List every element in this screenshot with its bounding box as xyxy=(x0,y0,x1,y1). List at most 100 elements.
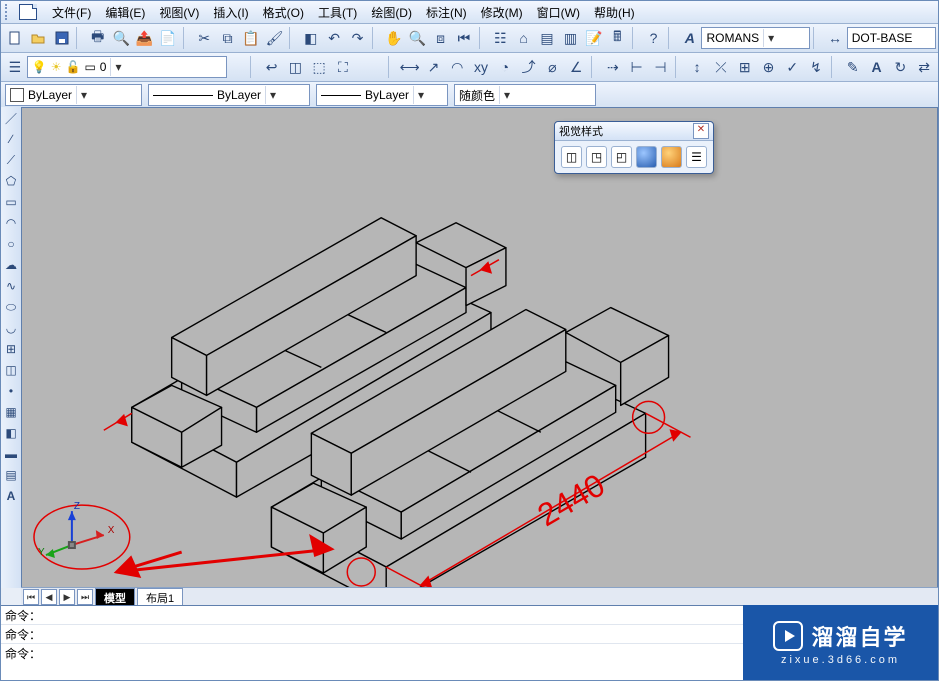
table-icon[interactable]: ▤ xyxy=(2,466,20,484)
new-icon[interactable] xyxy=(3,26,26,50)
menu-format[interactable]: 格式(O) xyxy=(256,2,311,23)
menu-help[interactable]: 帮助(H) xyxy=(587,2,642,23)
point-icon[interactable]: • xyxy=(2,382,20,400)
dim-arc-icon[interactable]: ◠ xyxy=(445,55,469,79)
dim-ordinate-icon[interactable]: xy xyxy=(469,55,493,79)
help-icon[interactable]: ? xyxy=(642,26,665,50)
tolerance-icon[interactable]: ⊞ xyxy=(733,55,757,79)
close-icon[interactable]: ✕ xyxy=(693,123,709,139)
layer-iso-icon[interactable]: ⬚ xyxy=(307,55,331,79)
zoom-window-icon[interactable]: ⧈ xyxy=(429,26,452,50)
vs-manage-icon[interactable]: ☰ xyxy=(686,146,707,168)
text-style-combo[interactable]: ROMANS ▾ xyxy=(701,27,810,49)
menu-modify[interactable]: 修改(M) xyxy=(474,2,530,23)
menu-insert[interactable]: 插入(I) xyxy=(206,2,255,23)
tab-next-icon[interactable]: ▶ xyxy=(59,589,75,605)
chevron-down-icon[interactable]: ▾ xyxy=(76,86,91,104)
menu-draw[interactable]: 绘图(D) xyxy=(364,2,419,23)
dimstyle-icon[interactable]: ↔ xyxy=(823,26,846,50)
layer-prev-icon[interactable]: ↩ xyxy=(260,55,284,79)
vs-hidden-icon[interactable]: ◰ xyxy=(611,146,632,168)
markup-icon[interactable]: 📝 xyxy=(582,26,605,50)
revcloud-icon[interactable]: ☁ xyxy=(2,256,20,274)
lineweight-combo[interactable]: ByLayer ▾ xyxy=(316,84,448,106)
layer-tools-icon[interactable]: ⛶ xyxy=(331,55,355,79)
block-editor-icon[interactable]: ◧ xyxy=(299,26,322,50)
dim-diameter-icon[interactable]: ⌀ xyxy=(540,55,564,79)
redo-icon[interactable]: ↷ xyxy=(346,26,369,50)
chevron-down-icon[interactable]: ▾ xyxy=(763,29,778,47)
zoom-prev-icon[interactable]: ⏮ xyxy=(452,26,475,50)
spline-icon[interactable]: ∿ xyxy=(2,277,20,295)
chevron-down-icon[interactable]: ▾ xyxy=(110,58,125,76)
linetype-combo[interactable]: ByLayer ▾ xyxy=(148,84,310,106)
dim-aligned-icon[interactable]: ↗ xyxy=(422,55,446,79)
dim-linear-icon[interactable]: ⟷ xyxy=(398,55,422,79)
line-icon[interactable]: ／ xyxy=(2,109,20,127)
undo-icon[interactable]: ↶ xyxy=(322,26,345,50)
sheet-icon[interactable]: 📄 xyxy=(156,26,179,50)
rectangle-icon[interactable]: ▭ xyxy=(2,193,20,211)
vs-conceptual-icon[interactable] xyxy=(661,146,682,168)
ellipse-arc-icon[interactable]: ◡ xyxy=(2,319,20,337)
dim-space-icon[interactable]: ↕ xyxy=(685,55,709,79)
gradient-icon[interactable]: ◧ xyxy=(2,424,20,442)
chevron-down-icon[interactable]: ▾ xyxy=(413,86,428,104)
chevron-down-icon[interactable]: ▾ xyxy=(499,86,514,104)
dim-update-icon[interactable]: ↻ xyxy=(888,55,912,79)
region-icon[interactable]: ▬ xyxy=(2,445,20,463)
make-block-icon[interactable]: ◫ xyxy=(2,361,20,379)
arc-icon[interactable]: ◠ xyxy=(2,214,20,232)
layer-manager-icon[interactable]: ☰ xyxy=(3,55,27,79)
dim-override-icon[interactable]: ⇄ xyxy=(912,55,936,79)
circle-icon[interactable]: ○ xyxy=(2,235,20,253)
menu-view[interactable]: 视图(V) xyxy=(152,2,206,23)
insert-block-icon[interactable]: ⊞ xyxy=(2,340,20,358)
tab-layout1[interactable]: 布局1 xyxy=(137,588,183,607)
menu-dim[interactable]: 标注(N) xyxy=(419,2,474,23)
textstyle-icon[interactable]: A xyxy=(678,26,701,50)
hatch-icon[interactable]: ▦ xyxy=(2,403,20,421)
vs-realistic-icon[interactable] xyxy=(636,146,657,168)
vs-2dwire-icon[interactable]: ◫ xyxy=(561,146,582,168)
layer-combo[interactable]: 💡 ☀ 🔓 ▭ 0 ▾ xyxy=(27,56,227,78)
pan-icon[interactable]: ✋ xyxy=(382,26,405,50)
mtext-icon[interactable]: A xyxy=(2,487,20,505)
menu-edit[interactable]: 编辑(E) xyxy=(98,2,152,23)
tab-last-icon[interactable]: ⏭ xyxy=(77,589,93,605)
open-icon[interactable] xyxy=(26,26,49,50)
dim-break-icon[interactable]: ⤫ xyxy=(709,55,733,79)
dim-style-combo[interactable]: DOT-BASE xyxy=(847,27,937,49)
menu-tools[interactable]: 工具(T) xyxy=(311,2,364,23)
dim-tedit-icon[interactable]: A xyxy=(865,55,889,79)
dim-jog-line-icon[interactable]: ↯ xyxy=(804,55,828,79)
plot-preview-icon[interactable]: 🔍 xyxy=(109,26,132,50)
drawing-canvas[interactable]: 2440 X Y Z xyxy=(21,107,938,588)
chevron-down-icon[interactable]: ▾ xyxy=(265,86,280,104)
print-icon[interactable]: 🖶 xyxy=(86,26,109,50)
dim-angular-icon[interactable]: ∠ xyxy=(564,55,588,79)
quickcalc-icon[interactable]: 🖩 xyxy=(606,26,629,50)
tab-prev-icon[interactable]: ◀ xyxy=(41,589,57,605)
dim-quick-icon[interactable]: ⇢ xyxy=(601,55,625,79)
design-center-icon[interactable]: ⌂ xyxy=(512,26,535,50)
menu-file[interactable]: 文件(F) xyxy=(45,2,98,23)
dim-continue-icon[interactable]: ⊣ xyxy=(649,55,673,79)
dim-radius-icon[interactable]: ◔ xyxy=(493,55,517,79)
zoom-realtime-icon[interactable]: 🔍 xyxy=(405,26,428,50)
dim-edit-icon[interactable]: ✎ xyxy=(841,55,865,79)
publish-icon[interactable]: 📤 xyxy=(133,26,156,50)
cut-icon[interactable]: ✂ xyxy=(193,26,216,50)
copy-icon[interactable]: ⧉ xyxy=(216,26,239,50)
tool-palette-icon[interactable]: ▤ xyxy=(535,26,558,50)
polyline-icon[interactable]: ⟋ xyxy=(2,151,20,169)
layer-state-icon[interactable]: ◫ xyxy=(284,55,308,79)
dim-baseline-icon[interactable]: ⊢ xyxy=(625,55,649,79)
plotstyle-combo[interactable]: 随颜色 ▾ xyxy=(454,84,596,106)
properties-icon[interactable]: ☷ xyxy=(489,26,512,50)
vs-3dwire-icon[interactable]: ◳ xyxy=(586,146,607,168)
menu-grip[interactable] xyxy=(5,4,13,20)
dim-jog-icon[interactable]: ⤴ xyxy=(517,55,541,79)
paste-icon[interactable]: 📋 xyxy=(239,26,262,50)
sheet-set-icon[interactable]: ▥ xyxy=(559,26,582,50)
